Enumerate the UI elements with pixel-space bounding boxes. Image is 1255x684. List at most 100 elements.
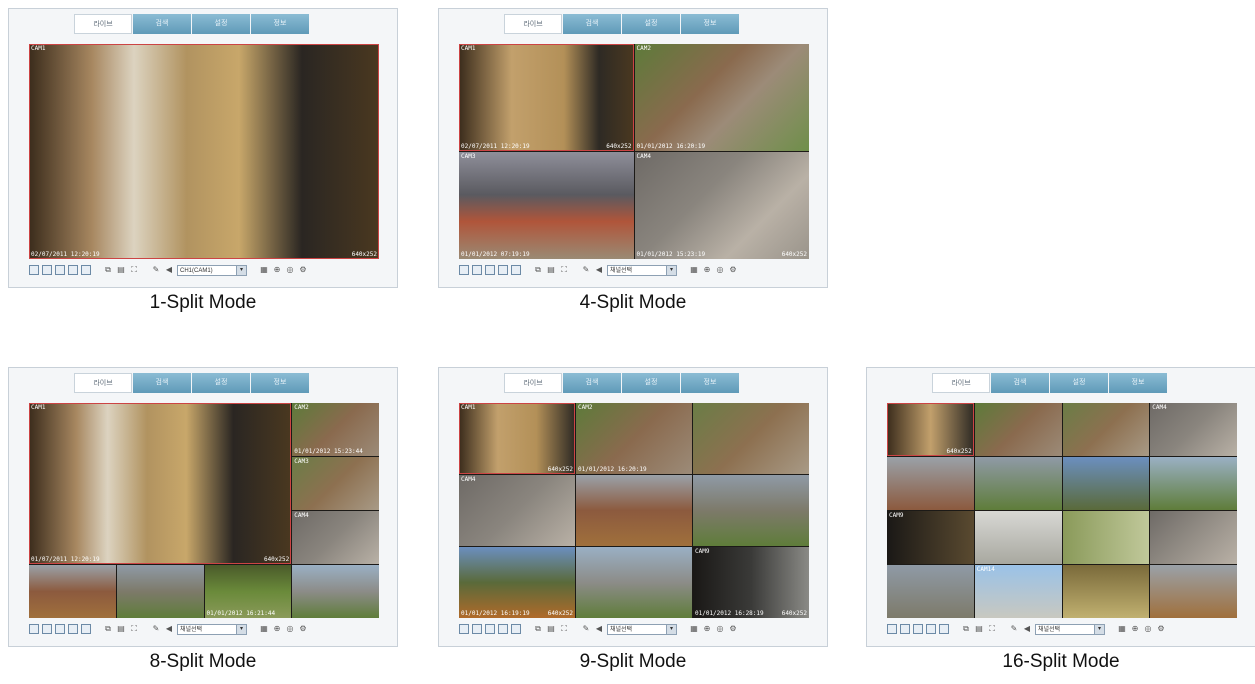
config-icon[interactable]: ⚙ [728, 265, 738, 275]
audio-icon[interactable]: ◀ [164, 624, 174, 634]
sound-icon[interactable]: ◎ [715, 265, 725, 275]
camera-select[interactable]: 채널선택 ▾ [607, 623, 677, 635]
camera-view[interactable]: CAM1 02/07/2011 12:20:19 640x252 [459, 44, 634, 151]
layout-9-icon[interactable] [498, 265, 508, 275]
fullscreen-icon[interactable]: ⛶ [987, 624, 997, 634]
config-icon[interactable]: ⚙ [728, 624, 738, 634]
sound-icon[interactable]: ◎ [715, 624, 725, 634]
audio-icon[interactable]: ◀ [1022, 624, 1032, 634]
snapshot-icon[interactable]: ⧉ [533, 265, 543, 275]
tab-info[interactable]: 정보 [251, 14, 309, 34]
tab-settings[interactable]: 설정 [192, 373, 250, 393]
dropdown-arrow-icon[interactable]: ▾ [1094, 624, 1104, 634]
layout-1-icon[interactable] [29, 265, 39, 275]
tab-info[interactable]: 정보 [681, 373, 739, 393]
tab-settings[interactable]: 설정 [1050, 373, 1108, 393]
layout-8-icon[interactable] [485, 624, 495, 634]
snapshot-icon[interactable]: ⧉ [533, 624, 543, 634]
settings-tool-icon[interactable]: ✎ [581, 624, 591, 634]
record-icon[interactable]: ▤ [116, 624, 126, 634]
camera-view[interactable]: CAM1 02/07/2011 12:20:19 640x252 [29, 44, 379, 259]
camera-view[interactable] [693, 475, 809, 546]
layout-4-icon[interactable] [42, 265, 52, 275]
layout-9-icon[interactable] [68, 624, 78, 634]
camera-view[interactable] [1150, 457, 1237, 510]
camera-view[interactable] [1150, 565, 1237, 618]
zoom-icon[interactable]: ▦ [689, 265, 699, 275]
snapshot-icon[interactable]: ⧉ [103, 265, 113, 275]
settings-tool-icon[interactable]: ✎ [1009, 624, 1019, 634]
tab-live[interactable]: 라이브 [74, 373, 132, 393]
audio-icon[interactable]: ◀ [164, 265, 174, 275]
camera-select[interactable]: 채널선택 ▾ [1035, 623, 1105, 635]
config-icon[interactable]: ⚙ [1156, 624, 1166, 634]
layout-9-icon[interactable] [926, 624, 936, 634]
camera-view[interactable] [1062, 457, 1150, 510]
layout-4-icon[interactable] [472, 624, 482, 634]
layout-8-icon[interactable] [485, 265, 495, 275]
camera-view[interactable]: CAM9 01/01/2012 16:28:19 640x252 [693, 547, 809, 618]
config-icon[interactable]: ⚙ [298, 624, 308, 634]
ptz-icon[interactable]: ⊕ [702, 624, 712, 634]
fullscreen-icon[interactable]: ⛶ [559, 624, 569, 634]
camera-view[interactable]: CAM3 [292, 457, 379, 510]
camera-view[interactable] [974, 403, 1062, 456]
tab-live[interactable]: 라이브 [932, 373, 990, 393]
layout-16-icon[interactable] [81, 624, 91, 634]
snapshot-icon[interactable]: ⧉ [103, 624, 113, 634]
camera-view[interactable]: CAM4 [292, 511, 379, 564]
dropdown-arrow-icon[interactable]: ▾ [236, 624, 246, 634]
tab-live[interactable]: 라이브 [504, 14, 562, 34]
snapshot-icon[interactable]: ⧉ [961, 624, 971, 634]
record-icon[interactable]: ▤ [546, 624, 556, 634]
sound-icon[interactable]: ◎ [285, 624, 295, 634]
dropdown-arrow-icon[interactable]: ▾ [236, 265, 246, 275]
ptz-icon[interactable]: ⊕ [272, 624, 282, 634]
camera-view[interactable] [576, 547, 692, 618]
tab-live[interactable]: 라이브 [504, 373, 562, 393]
camera-view[interactable] [1062, 565, 1150, 618]
tab-search[interactable]: 검색 [991, 373, 1049, 393]
layout-9-icon[interactable] [498, 624, 508, 634]
camera-view[interactable]: CAM14 [974, 565, 1062, 618]
tab-info[interactable]: 정보 [1109, 373, 1167, 393]
record-icon[interactable]: ▤ [116, 265, 126, 275]
tab-search[interactable]: 검색 [563, 14, 621, 34]
layout-8-icon[interactable] [913, 624, 923, 634]
tab-search[interactable]: 검색 [563, 373, 621, 393]
tab-search[interactable]: 검색 [133, 14, 191, 34]
tab-info[interactable]: 정보 [251, 373, 309, 393]
camera-view[interactable] [974, 511, 1062, 564]
camera-view[interactable]: CAM4 [1150, 403, 1237, 456]
zoom-icon[interactable]: ▦ [1117, 624, 1127, 634]
camera-view[interactable] [693, 403, 809, 474]
camera-view[interactable] [116, 565, 204, 618]
ptz-icon[interactable]: ⊕ [1130, 624, 1140, 634]
tab-settings[interactable]: 설정 [622, 14, 680, 34]
ptz-icon[interactable]: ⊕ [272, 265, 282, 275]
dropdown-arrow-icon[interactable]: ▾ [666, 624, 676, 634]
camera-view[interactable] [576, 475, 692, 546]
camera-view[interactable]: 01/01/2012 16:21:44 [204, 565, 292, 618]
layout-8-icon[interactable] [55, 265, 65, 275]
camera-view[interactable] [1062, 403, 1150, 456]
layout-8-icon[interactable] [55, 624, 65, 634]
tab-settings[interactable]: 설정 [192, 14, 250, 34]
camera-view[interactable] [1150, 511, 1237, 564]
fullscreen-icon[interactable]: ⛶ [129, 265, 139, 275]
layout-4-icon[interactable] [900, 624, 910, 634]
camera-select[interactable]: 채널선택 ▾ [177, 623, 247, 635]
layout-1-icon[interactable] [887, 624, 897, 634]
sound-icon[interactable]: ◎ [285, 265, 295, 275]
camera-view[interactable] [292, 565, 379, 618]
settings-tool-icon[interactable]: ✎ [581, 265, 591, 275]
camera-view[interactable]: CAM2 01/01/2012 16:20:19 [576, 403, 692, 474]
settings-tool-icon[interactable]: ✎ [151, 624, 161, 634]
record-icon[interactable]: ▤ [974, 624, 984, 634]
settings-tool-icon[interactable]: ✎ [151, 265, 161, 275]
tab-search[interactable]: 검색 [133, 373, 191, 393]
layout-16-icon[interactable] [939, 624, 949, 634]
camera-view[interactable] [887, 457, 974, 510]
camera-view[interactable]: 01/01/2012 16:19:19 640x252 [459, 547, 575, 618]
layout-4-icon[interactable] [42, 624, 52, 634]
